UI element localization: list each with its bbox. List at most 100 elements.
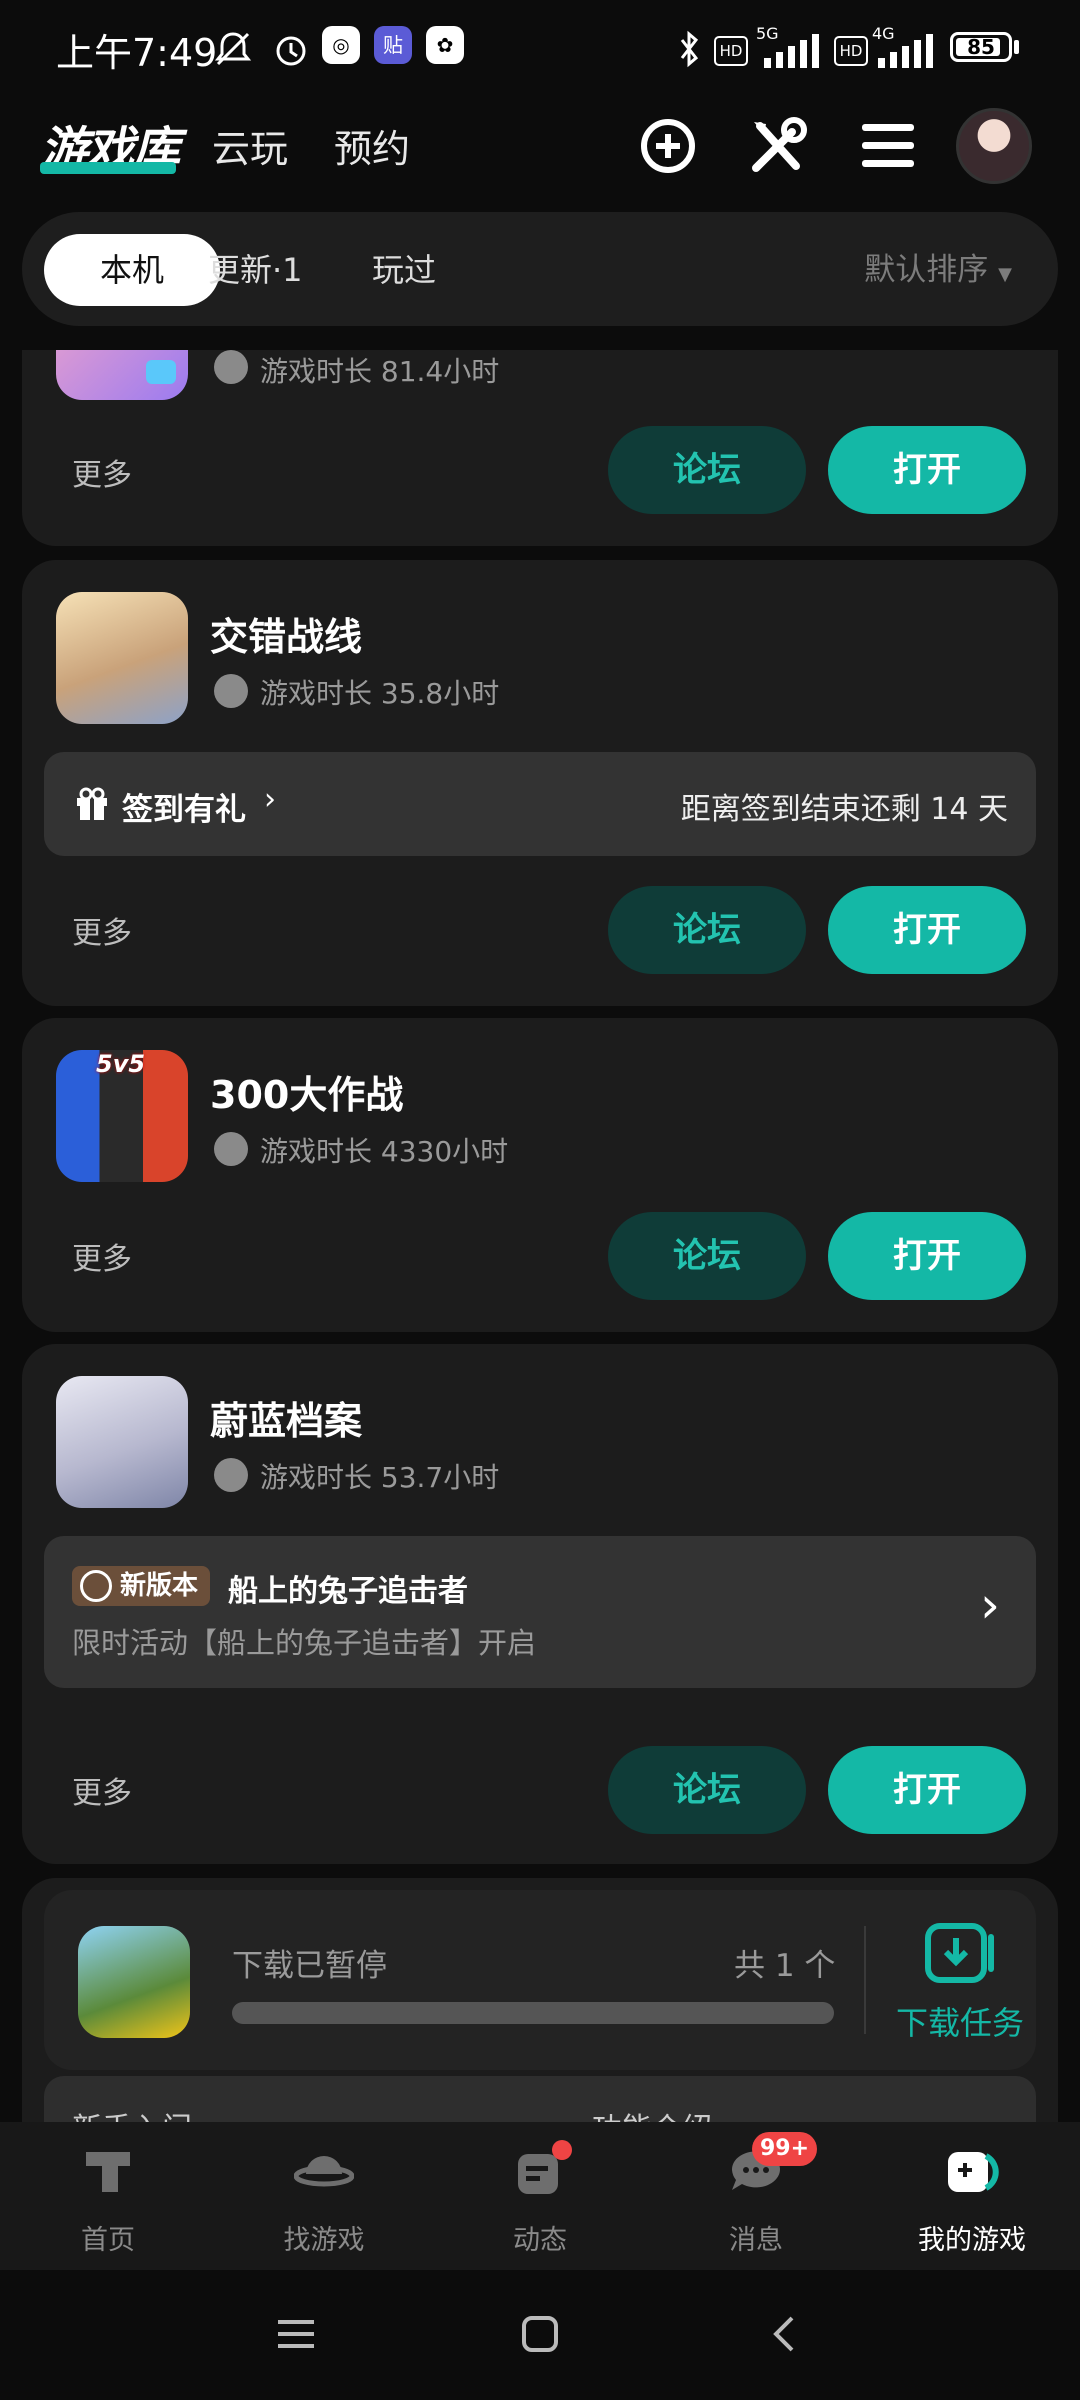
- back-icon[interactable]: [764, 2312, 808, 2356]
- my-games-icon: [948, 2152, 999, 2192]
- hd-badge: HD: [714, 36, 748, 66]
- add-game-button[interactable]: [630, 108, 706, 184]
- forum-button[interactable]: 论坛: [608, 426, 806, 514]
- signal-icon: [764, 34, 819, 68]
- feature-intro-link[interactable]: 功能介绍: [592, 2104, 712, 2122]
- download-count: 共 1 个: [734, 1948, 836, 1984]
- more-button[interactable]: 更多: [72, 1768, 132, 1812]
- nav-home[interactable]: 首页: [0, 2122, 216, 2270]
- nav-find-games[interactable]: 找游戏: [216, 2122, 432, 2270]
- download-status: 下载已暂停: [232, 1948, 387, 1984]
- download-task-icon: [925, 1923, 994, 1983]
- sort-dropdown[interactable]: 默认排序 ▼: [864, 234, 1012, 311]
- signin-label: 签到有礼: [122, 792, 246, 828]
- mute-bell-icon: [214, 32, 252, 66]
- tieba-icon: 贴: [374, 26, 412, 64]
- nav-my-games[interactable]: 我的游戏: [864, 2122, 1080, 2270]
- bilibili-badge-icon: [146, 360, 176, 384]
- filter-local[interactable]: 本机: [44, 234, 220, 306]
- bluetooth-icon: [680, 30, 699, 68]
- alarm-icon: [276, 36, 306, 66]
- open-button[interactable]: 打开: [828, 426, 1026, 514]
- recent-apps-icon[interactable]: [274, 2312, 318, 2356]
- qq-browser-icon: ◎: [322, 26, 360, 64]
- download-task-label[interactable]: 下载任务: [896, 1998, 1024, 2044]
- more-button[interactable]: 更多: [72, 1234, 132, 1278]
- filter-played[interactable]: 玩过: [372, 234, 436, 306]
- home-button-icon[interactable]: [518, 2312, 562, 2356]
- battery-level: 85: [967, 35, 995, 59]
- game-title[interactable]: 交错战线: [210, 606, 362, 661]
- download-panel[interactable]: 下载已暂停 共 1 个 下载任务: [44, 1890, 1036, 2070]
- game-card: 5v5 300大作战 游戏时长 4330小时 更多 论坛 打开: [22, 1018, 1058, 1332]
- update-title: 船上的兔子追击者: [228, 1574, 468, 1609]
- timer-icon: [214, 1132, 248, 1166]
- forum-button[interactable]: 论坛: [608, 1212, 806, 1300]
- play-time: 游戏时长 4330小时: [260, 1135, 509, 1168]
- status-bar: 上午7:49 ◎ 贴 ✿ HD 5G HD 4G 85: [0, 0, 1080, 98]
- filter-bar: 本机 更新·1 玩过 默认排序 ▼: [22, 212, 1058, 326]
- download-progress-bar: [232, 2002, 834, 2024]
- new-version-badge: 新版本: [72, 1566, 211, 1606]
- sort-label: 默认排序: [864, 252, 989, 288]
- icon-badge-text: 5v5: [96, 1050, 146, 1078]
- planet-icon: [294, 2156, 354, 2187]
- nav-label: 消息: [729, 2225, 783, 2256]
- system-nav-bar: [0, 2270, 1080, 2400]
- user-avatar[interactable]: [956, 108, 1032, 184]
- game-title[interactable]: 蔚蓝档案: [210, 1390, 362, 1445]
- gift-icon: [77, 787, 107, 820]
- tab-underline: [40, 162, 176, 174]
- game-card: 蔚蓝档案 游戏时长 53.7小时 新版本 船上的兔子追击者 限时活动【船上的兔子…: [22, 1344, 1058, 1864]
- battery-icon: 85: [950, 32, 1012, 62]
- nav-label: 动态: [513, 2225, 567, 2256]
- caret-down-icon: ▼: [998, 264, 1012, 285]
- game-icon[interactable]: 5v5: [56, 1050, 188, 1182]
- downloading-game-icon: [78, 1926, 190, 2038]
- game-icon[interactable]: [56, 1376, 188, 1508]
- timer-icon: [214, 350, 248, 384]
- quick-links: 新手入门 功能介绍: [44, 2076, 1036, 2122]
- home-icon: [86, 2152, 130, 2192]
- signal-icon-2: [878, 34, 933, 68]
- forum-button[interactable]: 论坛: [608, 886, 806, 974]
- tools-button[interactable]: [740, 108, 816, 184]
- nav-label: 我的游戏: [918, 2225, 1026, 2256]
- game-icon[interactable]: [56, 350, 188, 400]
- tab-cloud-play[interactable]: 云玩: [212, 118, 288, 173]
- nav-label: 首页: [81, 2225, 135, 2256]
- nav-label: 找游戏: [283, 2225, 365, 2256]
- hd-badge-2: HD: [834, 36, 868, 66]
- forum-button[interactable]: 论坛: [608, 1746, 806, 1834]
- nav-messages[interactable]: 99+ 消息: [648, 2122, 864, 2270]
- update-description: 限时活动【船上的兔子追击者】开启: [72, 1626, 537, 1660]
- nav-feed[interactable]: 动态: [432, 2122, 648, 2270]
- play-time: 游戏时长 81.4小时: [260, 355, 500, 388]
- cloud-app-icon: ✿: [426, 26, 464, 64]
- open-button[interactable]: 打开: [828, 1746, 1026, 1834]
- notification-dot: [552, 2140, 572, 2160]
- game-card: 交错战线 游戏时长 35.8小时 签到有礼 › 距离签到结束还剩 14 天 更多…: [22, 560, 1058, 1006]
- timer-icon: [214, 674, 248, 708]
- more-button[interactable]: 更多: [72, 450, 132, 494]
- chevron-right-icon: ›: [980, 1576, 1000, 1634]
- update-icon: [80, 1570, 112, 1602]
- signin-banner[interactable]: 签到有礼 › 距离签到结束还剩 14 天: [44, 752, 1036, 856]
- tab-reservation[interactable]: 预约: [334, 118, 410, 173]
- beginner-guide-link[interactable]: 新手入门: [72, 2104, 192, 2122]
- signin-countdown: 距离签到结束还剩 14 天: [680, 792, 1008, 827]
- download-card: 下载已暂停 共 1 个 下载任务 新手入门 功能介绍: [22, 1878, 1058, 2122]
- open-button[interactable]: 打开: [828, 1212, 1026, 1300]
- filter-updates[interactable]: 更新·1: [208, 234, 303, 306]
- game-icon[interactable]: [56, 592, 188, 724]
- menu-button[interactable]: [850, 108, 926, 184]
- timer-icon: [214, 1458, 248, 1492]
- open-button[interactable]: 打开: [828, 886, 1026, 974]
- message-count-badge: 99+: [752, 2132, 818, 2166]
- game-card: 游戏时长 81.4小时 更多 论坛 打开: [22, 350, 1058, 546]
- update-banner[interactable]: 新版本 船上的兔子追击者 限时活动【船上的兔子追击者】开启 ›: [44, 1536, 1036, 1688]
- play-time: 游戏时长 35.8小时: [260, 677, 500, 710]
- play-time: 游戏时长 53.7小时: [260, 1461, 500, 1494]
- more-button[interactable]: 更多: [72, 908, 132, 952]
- game-title[interactable]: 300大作战: [210, 1064, 403, 1119]
